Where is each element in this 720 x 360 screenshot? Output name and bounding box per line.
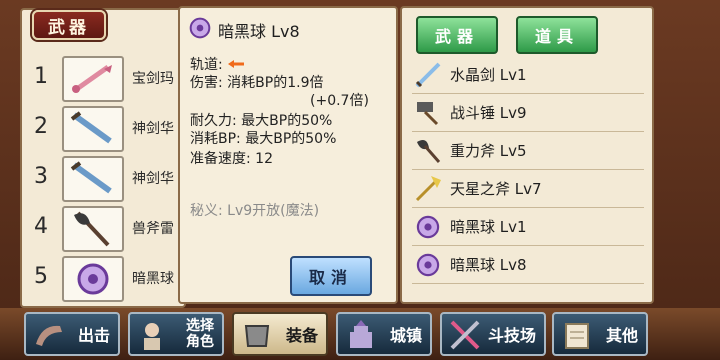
cancel-button[interactable]: 取消 [290, 256, 372, 296]
list-item[interactable]: 水晶剑 Lv1 [412, 56, 644, 94]
crossed-swords-icon [448, 318, 482, 352]
dark-orb-icon [188, 16, 212, 44]
slot-number: 1 [34, 64, 48, 89]
nav-arena[interactable]: 斗技场 [440, 312, 546, 356]
durability-line: 耐久力: 最大BP的50% [190, 113, 333, 129]
item-name: 暗黑球 Lv8 [450, 256, 527, 274]
nav-select-character-label: 选择 角色 [186, 318, 214, 350]
nav-select-character[interactable]: 选择 角色 [128, 312, 224, 356]
item-name: 天星之斧 Lv7 [450, 180, 542, 198]
nav-label-line-2: 角色 [186, 334, 214, 350]
nav-arena-label: 斗技场 [487, 326, 536, 345]
slot-number: 4 [34, 214, 48, 239]
pink-sword-icon [62, 56, 124, 102]
slot-number: 2 [34, 114, 48, 139]
trajectory-line: 轨道: [190, 54, 245, 74]
item-name: 暗黑球 Lv1 [450, 218, 527, 236]
slot-1[interactable]: 1 宝剑玛 [22, 54, 186, 104]
arrow-left-icon [227, 57, 245, 73]
list-item[interactable]: 暗黑球 Lv8 [412, 246, 644, 284]
character-icon [136, 318, 170, 352]
dark-orb-icon [62, 256, 124, 302]
nav-town[interactable]: 城镇 [336, 312, 432, 356]
bp-cost-line: 消耗BP: 最大BP的50% [190, 131, 337, 147]
secret-line: 秘义: Lv9开放(魔法) [190, 203, 320, 219]
nav-sortie[interactable]: 出击 [24, 312, 120, 356]
item-name: 水晶剑 Lv1 [450, 66, 527, 84]
prep-speed-line: 准备速度: 12 [190, 151, 273, 167]
star-axe-icon [412, 173, 444, 205]
slot-3[interactable]: 3 神剑华 [22, 154, 186, 204]
damage-bonus: (+0.7倍) [310, 93, 369, 109]
trajectory-label: 轨道: [190, 57, 223, 73]
slot-4[interactable]: 4 兽斧雷 [22, 204, 186, 254]
slot-number: 5 [34, 264, 48, 289]
detail-title: 暗黑球 Lv8 [188, 16, 300, 44]
nav-town-label: 城镇 [389, 326, 422, 345]
sortie-icon [32, 318, 66, 352]
inventory-panel: 武器 道具 水晶剑 Lv1 战斗锤 Lv9 重力斧 Lv5 天星之斧 Lv7 暗… [400, 6, 654, 304]
list-item[interactable]: 天星之斧 Lv7 [412, 170, 644, 208]
detail-title-text: 暗黑球 Lv8 [218, 22, 300, 41]
armor-icon [240, 318, 274, 352]
list-item[interactable]: 重力斧 Lv5 [412, 132, 644, 170]
scroll-icon [560, 318, 594, 352]
item-name: 重力斧 Lv5 [450, 142, 527, 160]
slot-number: 3 [34, 164, 48, 189]
weapon-detail-panel: 暗黑球 Lv8 轨道: 伤害: 消耗BP的1.9倍 (+0.7倍) 耐久力: 最… [178, 6, 398, 304]
axe-icon [62, 206, 124, 252]
bottom-nav: 出击 选择 角色 装备 城镇 斗技场 其他 [0, 308, 720, 360]
weapon-tab-header: 武器 [32, 10, 106, 40]
blue-sword-icon [62, 106, 124, 152]
damage-line: 伤害: 消耗BP的1.9倍 [190, 75, 324, 91]
nav-label-line-1: 选择 [186, 318, 214, 334]
tab-weapon[interactable]: 武器 [416, 16, 498, 54]
tab-item[interactable]: 道具 [516, 16, 598, 54]
slot-2[interactable]: 2 神剑华 [22, 104, 186, 154]
nav-equip[interactable]: 装备 [232, 312, 328, 356]
dark-orb-icon [412, 211, 444, 243]
nav-other[interactable]: 其他 [552, 312, 648, 356]
item-name: 战斗锤 Lv9 [450, 104, 527, 122]
castle-icon [344, 318, 378, 352]
nav-sortie-label: 出击 [77, 326, 110, 345]
blue-sword-icon [62, 156, 124, 202]
nav-equip-label: 装备 [285, 326, 318, 345]
nav-other-label: 其他 [605, 326, 638, 345]
list-item[interactable]: 战斗锤 Lv9 [412, 94, 644, 132]
gravity-axe-icon [412, 135, 444, 167]
list-item[interactable]: 暗黑球 Lv1 [412, 208, 644, 246]
dark-orb-icon [412, 249, 444, 281]
slot-5[interactable]: 5 暗黑球 [22, 254, 186, 304]
crystal-sword-icon [412, 59, 444, 91]
hammer-icon [412, 97, 444, 129]
